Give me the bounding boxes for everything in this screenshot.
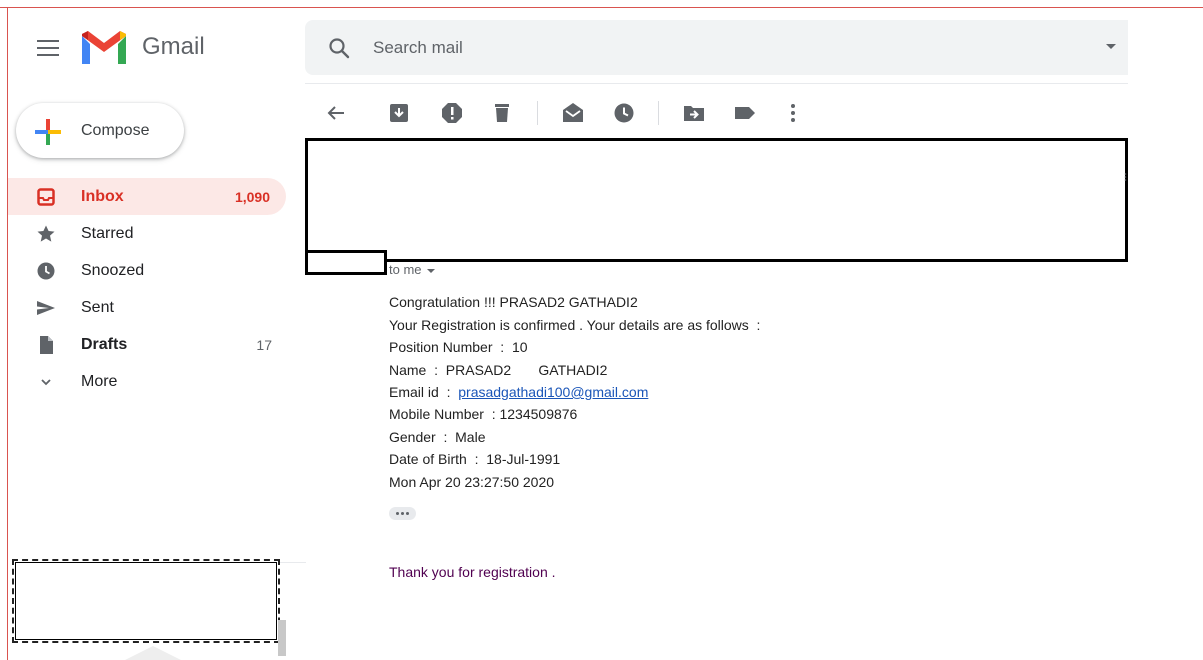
sidebar-item-label: Sent: [81, 299, 114, 316]
compose-button[interactable]: Compose: [16, 103, 184, 158]
message-line: Mon Apr 20 23:27:50 2020: [389, 474, 555, 490]
thank-you-text: Thank you for registration .: [389, 564, 556, 580]
search-input[interactable]: [371, 33, 1075, 63]
sidebar-item-more[interactable]: More: [8, 363, 288, 400]
redacted-region: [305, 250, 387, 275]
unread-count: 1,090: [234, 189, 270, 205]
report-spam-icon[interactable]: [440, 101, 464, 125]
sidebar-item-sent[interactable]: Sent: [8, 289, 288, 326]
email-link[interactable]: prasadgathadi100@gmail.com: [458, 384, 648, 400]
app-name: Gmail: [142, 33, 205, 60]
sidebar-item-starred[interactable]: Starred: [8, 215, 288, 252]
send-icon: [37, 301, 55, 315]
sidebar-item-label: Inbox: [81, 188, 124, 205]
message-line: Position Number : 10: [389, 339, 528, 355]
back-arrow-icon[interactable]: [324, 101, 348, 125]
star-icon: [37, 225, 55, 242]
message-line: Your Registration is confirmed . Your de…: [389, 317, 761, 333]
toolbar-separator: [658, 101, 659, 125]
compose-plus-icon: [35, 119, 61, 145]
screenshot-border-top: [0, 7, 1203, 8]
sidebar-item-drafts[interactable]: Drafts 17: [8, 326, 288, 363]
recipient-details-toggle[interactable]: to me: [389, 262, 435, 277]
message-line: Gender : Male: [389, 429, 486, 445]
draft-icon: [40, 336, 53, 354]
sidebar-item-label: Drafts: [81, 336, 128, 353]
compose-label: Compose: [81, 122, 150, 139]
more-vert-icon[interactable]: [781, 101, 805, 125]
message-line: Email id : prasadgathadi100@gmail.com: [389, 384, 648, 400]
inbox-icon: [37, 188, 55, 206]
toolbar-separator: [537, 101, 538, 125]
label-icon[interactable]: [733, 101, 757, 125]
redacted-region: [305, 138, 1128, 262]
message-line: Mobile Number : 1234509876: [389, 406, 578, 422]
delete-icon[interactable]: [490, 101, 514, 125]
redacted-region: [12, 559, 280, 643]
decorative-shape: [125, 646, 181, 660]
sidebar-nav: Inbox 1,090 Starred Snoozed Sent Drafts …: [8, 178, 288, 400]
mark-unread-icon[interactable]: [561, 101, 585, 125]
move-to-icon[interactable]: [682, 101, 706, 125]
search-bar[interactable]: [305, 20, 1128, 75]
snooze-icon[interactable]: [612, 101, 636, 125]
message-line: Date of Birth : 18-Jul-1991: [389, 451, 561, 467]
sidebar-scrollbar[interactable]: [278, 620, 286, 656]
caret-down-icon: [426, 268, 435, 273]
header-divider: [305, 83, 1128, 84]
sidebar-item-label: Starred: [81, 225, 134, 242]
search-icon[interactable]: [327, 36, 351, 60]
sidebar-item-label: Snoozed: [81, 262, 145, 279]
more-options-dots-icon[interactable]: [1124, 173, 1127, 181]
sidebar-item-snoozed[interactable]: Snoozed: [8, 252, 288, 289]
message-line: Name : PRASAD2 GATHADI2: [389, 362, 608, 378]
message-line: Congratulation !!! PRASAD2 GATHADI2: [389, 294, 638, 310]
show-trimmed-content-button[interactable]: [389, 507, 416, 520]
gmail-logo-icon[interactable]: [80, 30, 128, 66]
email-label: Email id :: [389, 384, 459, 400]
clock-icon: [37, 262, 55, 280]
draft-count: 17: [256, 337, 272, 353]
main-menu-icon[interactable]: [37, 37, 59, 56]
archive-icon[interactable]: [387, 101, 411, 125]
search-options-caret-icon[interactable]: [1106, 44, 1116, 49]
sidebar-item-label: More: [81, 373, 118, 390]
sidebar-divider: [278, 562, 306, 563]
chevron-down-icon: [41, 379, 51, 386]
sidebar-item-inbox[interactable]: Inbox 1,090: [8, 178, 286, 215]
recipient-text: to me: [389, 262, 422, 277]
